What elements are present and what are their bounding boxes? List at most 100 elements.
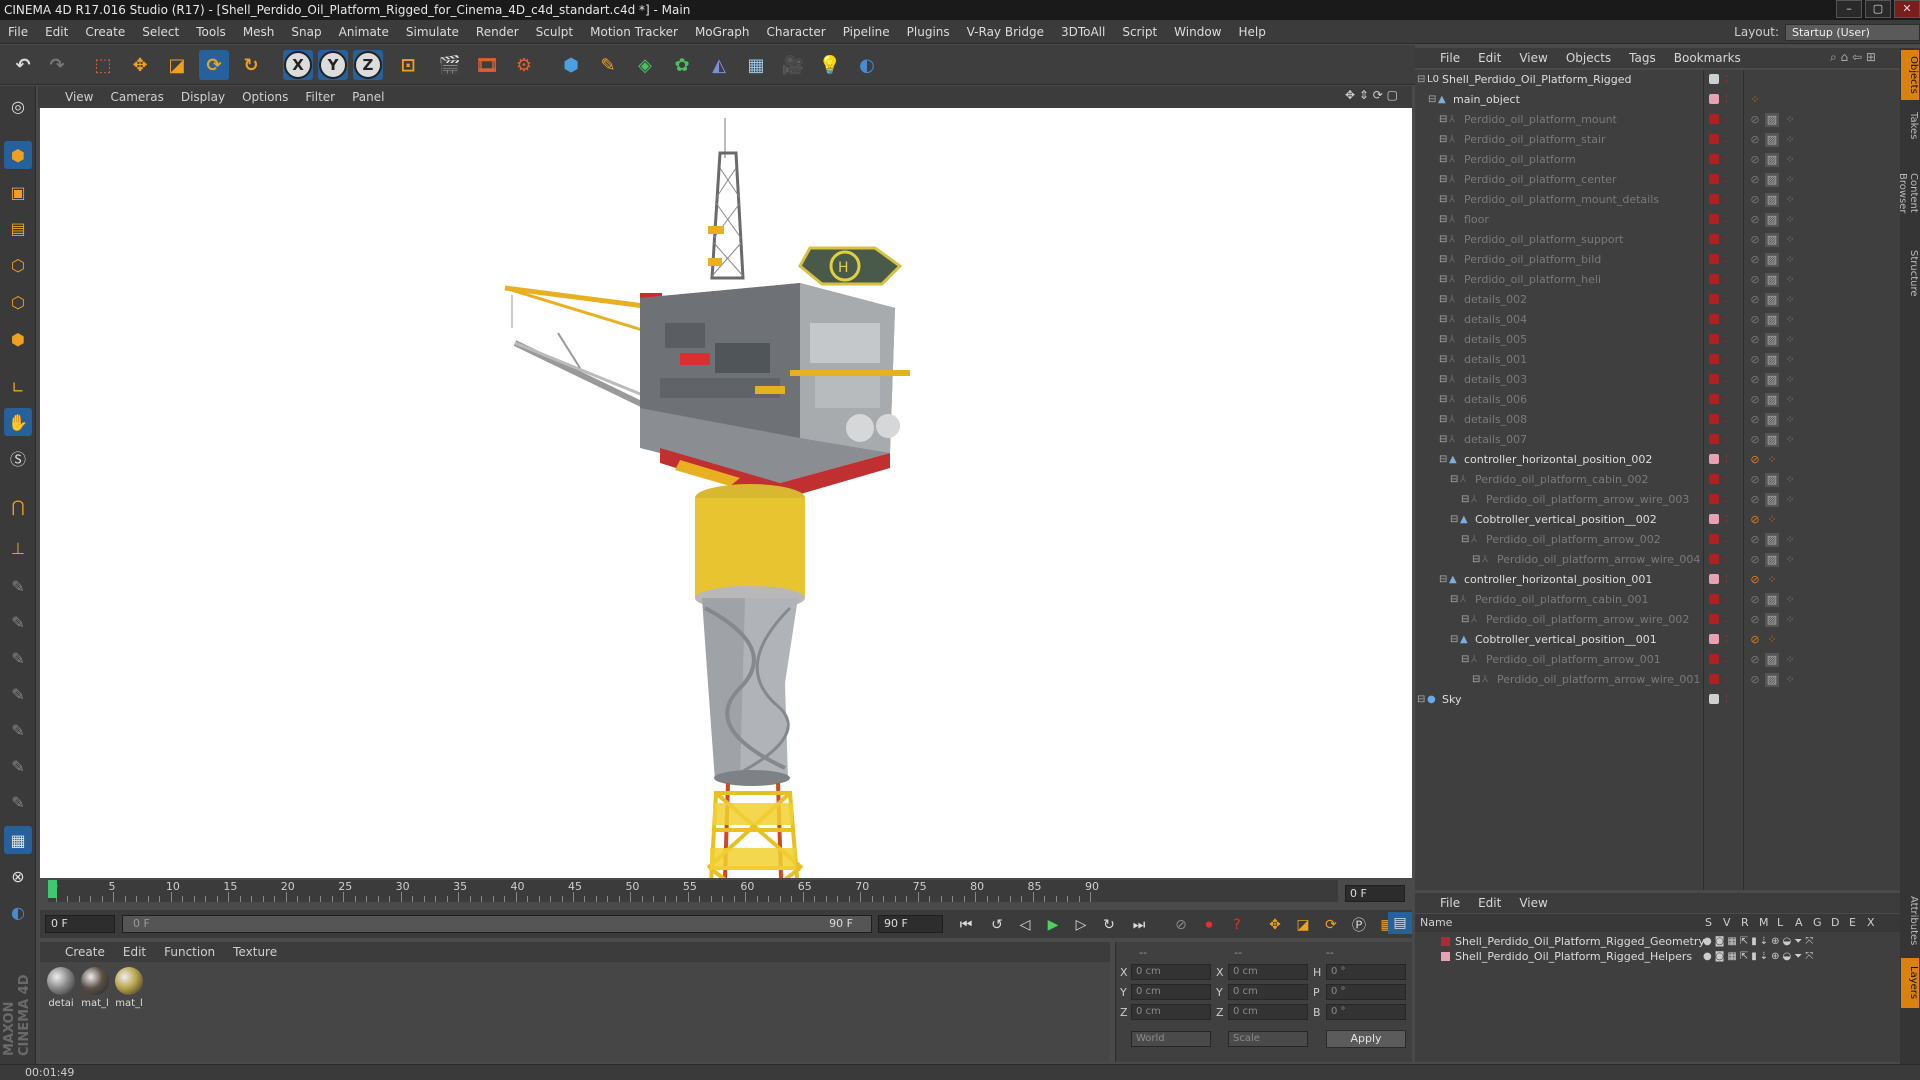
menu-mograph[interactable]: MoGraph	[695, 25, 750, 39]
start-frame-field[interactable]: 0 F	[45, 915, 115, 933]
tag-material-icon[interactable]: ⁘	[1783, 373, 1797, 387]
layer-color-swatch[interactable]	[1709, 494, 1719, 504]
material-menu-texture[interactable]: Texture	[233, 945, 277, 959]
visibility-dots-icon[interactable]: ⁚	[1725, 490, 1728, 510]
texture-mode-icon[interactable]: ▣	[4, 178, 32, 206]
layout-dropdown[interactable]: Startup (User)	[1785, 23, 1920, 41]
expand-toggle-icon[interactable]: ⊟	[1439, 110, 1447, 130]
polygons-mode-icon[interactable]: ⬢	[4, 325, 32, 353]
tag-texture-icon[interactable]: ▨	[1765, 373, 1779, 387]
visibility-dots-icon[interactable]: ⁚	[1725, 390, 1728, 410]
tag-texture-icon[interactable]: ▨	[1765, 473, 1779, 487]
menu-file[interactable]: File	[8, 25, 28, 39]
object-name[interactable]: Perdido_oil_platform_support	[1464, 230, 1623, 250]
python-script-icon[interactable]: ◐	[4, 898, 32, 926]
viewport-menu-view[interactable]: View	[65, 90, 93, 104]
tag-joint-icon[interactable]: ⊘	[1748, 653, 1762, 667]
layer-column-l[interactable]: L	[1777, 916, 1783, 929]
size-x-field[interactable]: 0 cm	[1228, 964, 1308, 980]
object-row[interactable]: ⊟ ⅄ details_005 ⁚ ⊘ ▨ ⁘	[1415, 330, 1900, 350]
object-name[interactable]: controller_horizontal_position_001	[1464, 570, 1652, 590]
tag-material-icon[interactable]: ⁘	[1783, 233, 1797, 247]
expand-toggle-icon[interactable]: ⊟	[1439, 290, 1447, 310]
object-row[interactable]: ⊟ ● Sky ⁚	[1415, 690, 1900, 710]
object-name[interactable]: Perdido_oil_platform_mount_details	[1464, 190, 1659, 210]
expand-toggle-icon[interactable]: ⊟	[1439, 450, 1447, 470]
tag-texture-icon[interactable]: ▨	[1765, 393, 1779, 407]
tag-material-icon[interactable]: ⁘	[1783, 393, 1797, 407]
tag-joint-icon[interactable]: ⊘	[1748, 233, 1762, 247]
layer-color-swatch[interactable]	[1709, 574, 1719, 584]
tag-texture-icon[interactable]: ▨	[1765, 533, 1779, 547]
visibility-dots-icon[interactable]: ⁚	[1725, 110, 1728, 130]
size-z-field[interactable]: 0 cm	[1228, 1004, 1308, 1020]
visibility-dots-icon[interactable]: ⁚	[1725, 630, 1728, 650]
tag-texture-icon[interactable]: ▨	[1765, 153, 1779, 167]
expand-toggle-icon[interactable]: ⊟	[1439, 410, 1447, 430]
layer-color-swatch[interactable]	[1709, 294, 1719, 304]
layer-color-swatch[interactable]	[1709, 234, 1719, 244]
layer-column-d[interactable]: D	[1831, 916, 1839, 929]
expand-toggle-icon[interactable]: ⊟	[1439, 370, 1447, 390]
menu-snap[interactable]: Snap	[291, 25, 321, 39]
layer-color-swatch[interactable]	[1709, 314, 1719, 324]
expand-toggle-icon[interactable]: ⊟	[1472, 670, 1480, 690]
layer-color-swatch[interactable]	[1709, 354, 1719, 364]
tag-joint-icon[interactable]: ⊘	[1748, 593, 1762, 607]
tag-material-icon[interactable]: ⁘	[1783, 153, 1797, 167]
tag-joint-icon[interactable]: ⊘	[1748, 373, 1762, 387]
expand-toggle-icon[interactable]: ⊟	[1439, 270, 1447, 290]
object-row[interactable]: ⊟ ⅄ Perdido_oil_platform_bild ⁚ ⊘ ▨ ⁘	[1415, 250, 1900, 270]
keyframe-selection-icon[interactable]: ?	[1226, 914, 1248, 936]
tag-texture-icon[interactable]: ▨	[1765, 133, 1779, 147]
spline-pen-icon[interactable]: ✎	[593, 50, 623, 80]
floor-grid-icon[interactable]: ▦	[741, 50, 771, 80]
tag-texture-icon[interactable]: ▨	[1765, 313, 1779, 327]
tag-material-icon[interactable]: ⁘	[1783, 253, 1797, 267]
tag-expresso-icon[interactable]: ⁘	[1765, 453, 1779, 467]
object-name[interactable]: Perdido_oil_platform_arrow_wire_002	[1486, 610, 1689, 630]
lock-workplane-icon[interactable]: ⊗	[4, 862, 32, 890]
make-editable-icon[interactable]: ◎	[4, 92, 32, 120]
tag-joint-icon[interactable]: ⊘	[1748, 313, 1762, 327]
subdivision-surface-icon[interactable]: ◈	[630, 50, 660, 80]
visibility-dots-icon[interactable]: ⁚	[1725, 670, 1728, 690]
side-tab-objects[interactable]: Objects	[1901, 50, 1919, 100]
layer-color-swatch[interactable]	[1709, 134, 1719, 144]
camera-icon[interactable]: 🎥	[778, 50, 808, 80]
object-menu-bookmarks[interactable]: Bookmarks	[1674, 51, 1741, 65]
object-row[interactable]: ⊟ ⅄ details_008 ⁚ ⊘ ▨ ⁘	[1415, 410, 1900, 430]
visibility-dots-icon[interactable]: ⁚	[1725, 90, 1728, 110]
layer-row[interactable]: Shell_Perdido_Oil_Platform_Rigged_Geomet…	[1415, 934, 1900, 949]
apply-button[interactable]: Apply	[1326, 1030, 1406, 1048]
layer-flags-icons[interactable]: ●◙▦⇱▮⇣⊕◒⏷⤧	[1703, 949, 1816, 964]
close-button[interactable]: ✕	[1894, 0, 1920, 18]
menu-3dtoall[interactable]: 3DToAll	[1061, 25, 1105, 39]
object-name[interactable]: Perdido_oil_platform_arrow_wire_004	[1497, 550, 1700, 570]
tag-expresso-icon[interactable]: ⁘	[1765, 573, 1779, 587]
expand-toggle-icon[interactable]: ⊟	[1450, 510, 1458, 530]
tag-constraint-icon[interactable]: ⊘	[1748, 573, 1762, 587]
expand-toggle-icon[interactable]: ⊟	[1439, 570, 1447, 590]
layer-menu-edit[interactable]: Edit	[1478, 896, 1501, 910]
tag-texture-icon[interactable]: ▨	[1765, 333, 1779, 347]
expand-toggle-icon[interactable]: ⊟	[1439, 170, 1447, 190]
tag-texture-icon[interactable]: ▨	[1765, 493, 1779, 507]
menu-v-ray-bridge[interactable]: V-Ray Bridge	[967, 25, 1044, 39]
object-row[interactable]: ⊟ ⅄ Perdido_oil_platform_arrow_001 ⁚ ⊘ ▨ ⁘	[1415, 650, 1900, 670]
object-row[interactable]: ⊟ ⅄ details_006 ⁚ ⊘ ▨ ⁘	[1415, 390, 1900, 410]
tag-texture-icon[interactable]: ▨	[1765, 293, 1779, 307]
coordinate-system-icon[interactable]: ⊡	[393, 50, 423, 80]
expand-toggle-icon[interactable]: ⊟	[1450, 470, 1458, 490]
tag-material-icon[interactable]: ⁘	[1783, 113, 1797, 127]
layer-color-swatch[interactable]	[1709, 334, 1719, 344]
object-row[interactable]: ⊟ ⅄ details_007 ⁚ ⊘ ▨ ⁘	[1415, 430, 1900, 450]
object-manager-nav-icons[interactable]: ⌕ ⌂ ⇦ ⊞	[1830, 50, 1876, 65]
layer-color-swatch[interactable]	[1709, 154, 1719, 164]
tag-joint-icon[interactable]: ⊘	[1748, 393, 1762, 407]
viewport-nav-icons[interactable]: ✥ ⇕ ⟳ ▢	[1345, 88, 1398, 102]
tag-material-icon[interactable]: ⁘	[1783, 653, 1797, 667]
object-name[interactable]: Perdido_oil_platform_arrow_wire_001	[1497, 670, 1700, 690]
object-row[interactable]: ⊟ ⅄ Perdido_oil_platform_cabin_002 ⁚ ⊘ ▨ ⁘	[1415, 470, 1900, 490]
object-name[interactable]: Perdido_oil_platform_stair	[1464, 130, 1606, 150]
